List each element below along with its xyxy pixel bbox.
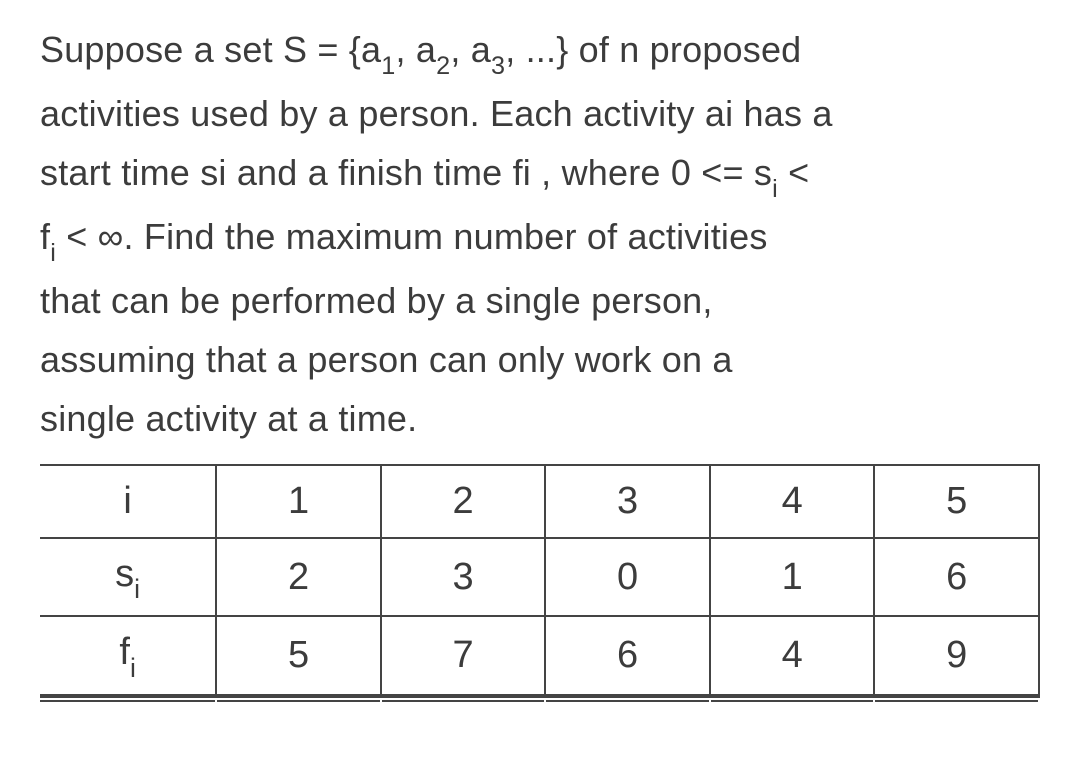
table-cell: 3 [381, 538, 546, 617]
text-fragment: assuming that a person can only work on … [40, 339, 733, 380]
text-fragment: that can be performed by a single person… [40, 280, 713, 321]
subscript: i [50, 239, 56, 267]
text-fragment: , ...} of n proposed [505, 29, 801, 70]
table-cell: 0 [545, 538, 710, 617]
activity-table: i 1 2 3 4 5 si 2 3 0 1 6 fi 5 7 6 4 9 [40, 464, 1040, 698]
table-row: si 2 3 0 1 6 [40, 538, 1039, 617]
table-cell: 9 [874, 616, 1039, 696]
subscript: 3 [491, 52, 505, 80]
table-cell: 2 [216, 538, 381, 617]
table-cell: 2 [381, 465, 546, 538]
row-header: i [40, 465, 216, 538]
subscript: 2 [436, 52, 450, 80]
table-cell: 6 [874, 538, 1039, 617]
table-cell: 5 [216, 616, 381, 696]
subscript: i [772, 175, 778, 203]
row-header: fi [40, 616, 216, 696]
table-cell: 1 [710, 538, 875, 617]
text-fragment: activities used by a person. Each activi… [40, 93, 833, 134]
text-fragment: < ∞. Find the maximum number of activiti… [56, 216, 768, 257]
table-row: fi 5 7 6 4 9 [40, 616, 1039, 696]
table-cell: 1 [216, 465, 381, 538]
table-cell: 5 [874, 465, 1039, 538]
text-fragment: < [778, 152, 809, 193]
table-cell: 7 [381, 616, 546, 696]
text-fragment: , a [395, 29, 436, 70]
text-fragment: start time si and a finish time fi , whe… [40, 152, 772, 193]
table-cell: 3 [545, 465, 710, 538]
table-cell: 6 [545, 616, 710, 696]
problem-statement: Suppose a set S = {a1, a2, a3, ...} of n… [40, 20, 1040, 449]
table-cell: 4 [710, 465, 875, 538]
text-fragment: f [40, 216, 50, 257]
row-header: si [40, 538, 216, 617]
text-fragment: Suppose a set S = {a [40, 29, 381, 70]
table-row: i 1 2 3 4 5 [40, 465, 1039, 538]
table-cell: 4 [710, 616, 875, 696]
text-fragment: , a [450, 29, 491, 70]
subscript: 1 [381, 52, 395, 80]
text-fragment: single activity at a time. [40, 398, 417, 439]
